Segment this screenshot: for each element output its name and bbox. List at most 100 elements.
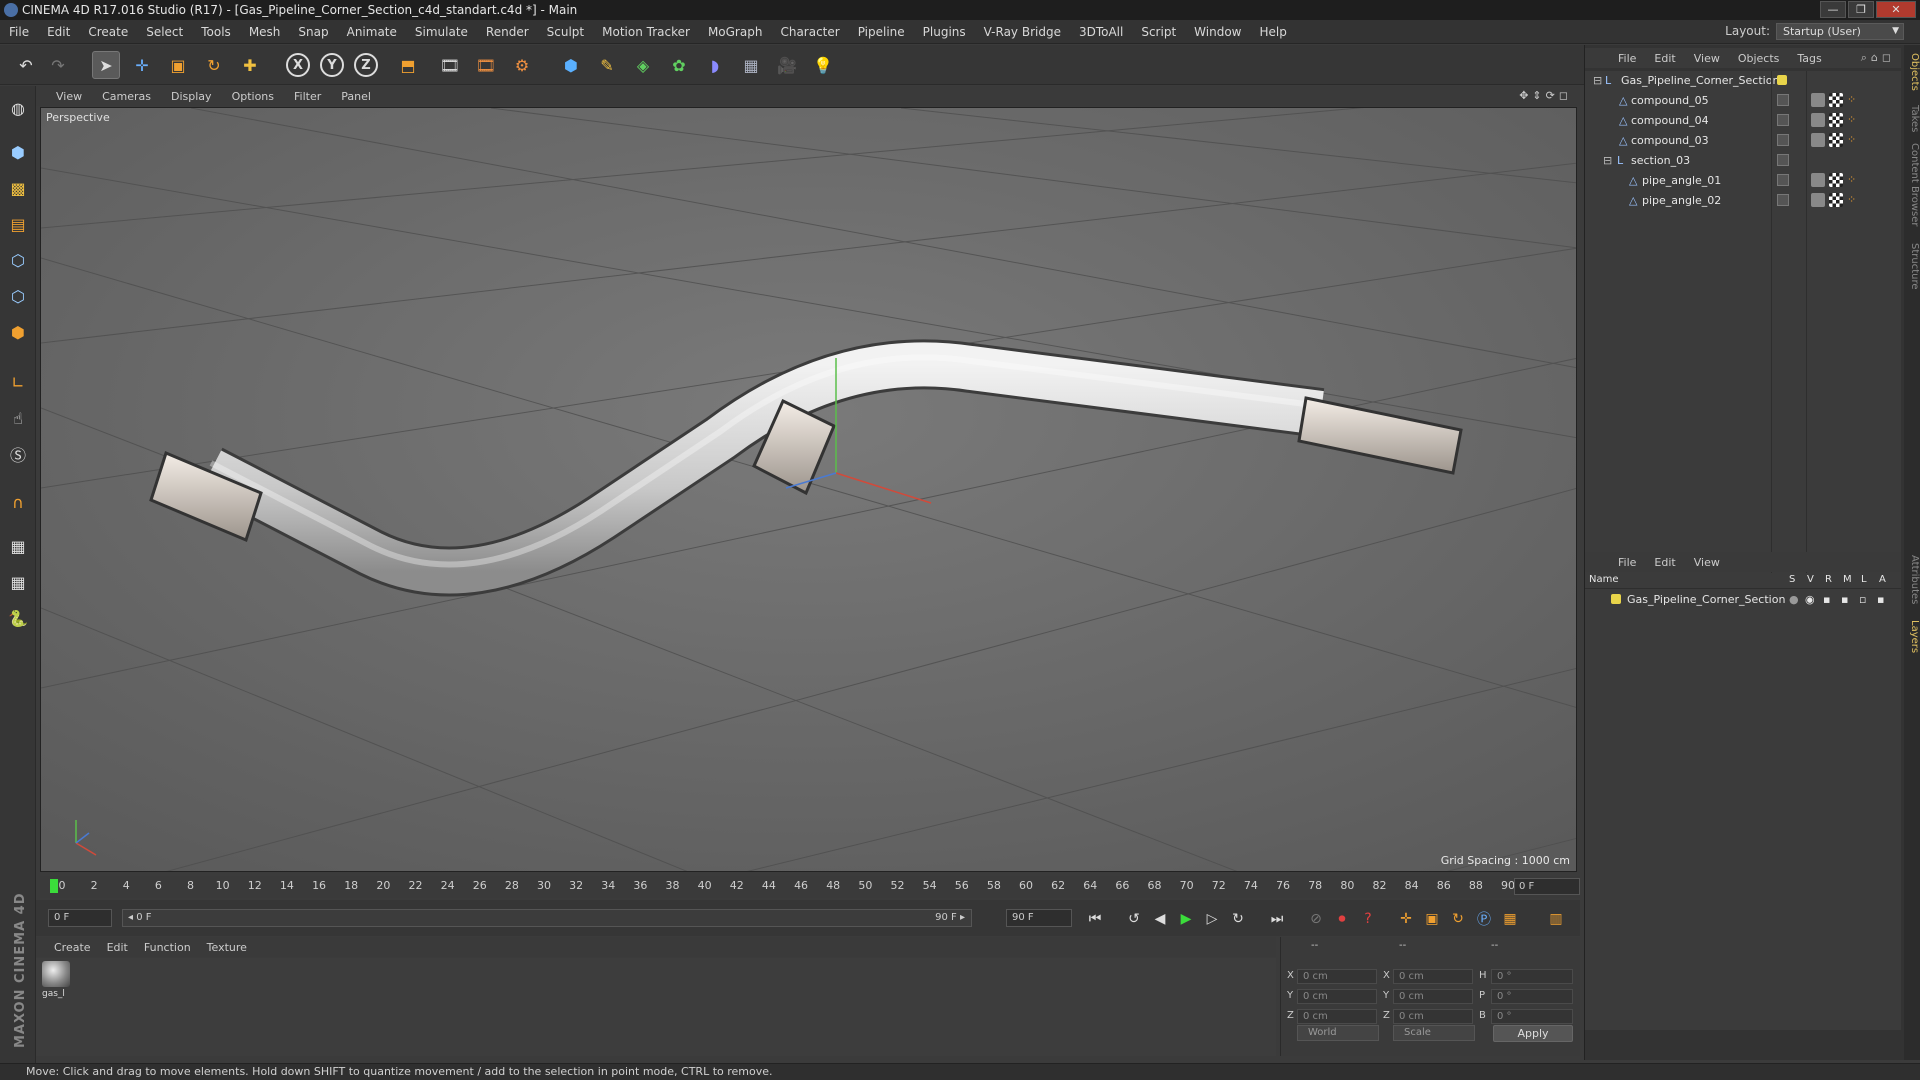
menu-character[interactable]: Character (771, 20, 848, 44)
apply-button[interactable]: Apply (1493, 1025, 1573, 1042)
visibility-toggle[interactable] (1777, 154, 1789, 166)
object-name[interactable]: pipe_angle_01 (1642, 174, 1721, 187)
material-tag-icon[interactable] (1811, 93, 1825, 107)
phong-tag-icon[interactable]: ⁘ (1847, 93, 1861, 107)
render-view-icon[interactable]: 🎞 (436, 51, 464, 79)
visibility-toggle[interactable] (1777, 194, 1789, 206)
tab-content-browser[interactable]: Content Browser (1904, 143, 1920, 226)
layer-row[interactable]: Gas_Pipeline_Corner_Section ● ◉ ▪ ▪ ▫ ▪ (1585, 590, 1901, 610)
menu-script[interactable]: Script (1132, 20, 1185, 44)
object-name[interactable]: compound_03 (1631, 134, 1709, 147)
python-icon[interactable]: 🐍 (4, 604, 32, 632)
zoom-view-icon[interactable]: ⇕ (1532, 89, 1545, 102)
material-tag-icon[interactable] (1811, 173, 1825, 187)
menu-edit[interactable]: Edit (38, 20, 79, 44)
texture-tag-icon[interactable] (1829, 173, 1843, 187)
object-menu-objects[interactable]: Objects (1729, 52, 1789, 65)
object-row[interactable]: △ pipe_angle_01 ⁘ (1585, 171, 1901, 191)
material-name[interactable]: gas_l (42, 989, 65, 999)
deformer-icon[interactable]: ◗ (701, 51, 729, 79)
lock-toggle[interactable]: ▫ (1859, 593, 1866, 606)
material-menu-create[interactable]: Create (46, 941, 99, 954)
tab-objects[interactable]: Objects (1904, 53, 1920, 91)
viewport-menu-view[interactable]: View (46, 90, 92, 103)
size-y-field[interactable]: 0 cm (1393, 989, 1473, 1004)
menu-motion-tracker[interactable]: Motion Tracker (593, 20, 699, 44)
visibility-toggle[interactable] (1777, 114, 1789, 126)
move-view-icon[interactable]: ✥ (1519, 89, 1532, 102)
layer-menu-file[interactable]: File (1609, 556, 1645, 569)
current-frame-field[interactable]: 0 F (1514, 878, 1580, 895)
object-menu-file[interactable]: File (1609, 52, 1645, 65)
menu-help[interactable]: Help (1250, 20, 1295, 44)
coord-space-select[interactable]: World (1297, 1025, 1379, 1041)
move-icon[interactable]: ✛ (128, 51, 156, 79)
close-button[interactable]: ✕ (1876, 1, 1916, 18)
polygons-mode-icon[interactable]: ⬢ (4, 318, 32, 346)
timeline-ruler[interactable]: 0 2 4 6 8 10 12 14 16 18 20 22 24 26 28 30 32 34 36 38 40 42 4… (40, 876, 1580, 898)
redo-icon[interactable]: ↷ (44, 51, 72, 79)
menu-mograph[interactable]: MoGraph (699, 20, 772, 44)
pos-y-field[interactable]: 0 cm (1297, 989, 1377, 1004)
animation-toggle[interactable]: ▪ (1877, 593, 1884, 606)
search-icon[interactable]: ⌕ (1861, 51, 1871, 64)
material-tag-icon[interactable] (1811, 113, 1825, 127)
prev-key-icon[interactable]: ↺ (1122, 907, 1146, 931)
menu-mesh[interactable]: Mesh (240, 20, 290, 44)
collapse-icon[interactable]: ⊟ (1593, 75, 1604, 86)
object-name[interactable]: section_03 (1631, 154, 1690, 167)
menu-vray-bridge[interactable]: V-Ray Bridge (975, 20, 1070, 44)
tab-attributes[interactable]: Attributes (1904, 555, 1920, 604)
tweak-icon[interactable]: ☝ (4, 404, 32, 432)
pen-icon[interactable]: ✎ (593, 51, 621, 79)
material-menu-edit[interactable]: Edit (99, 941, 136, 954)
tab-takes[interactable]: Takes (1904, 105, 1920, 132)
pla-key-icon[interactable]: ▦ (1498, 907, 1522, 931)
menu-file[interactable]: File (0, 20, 38, 44)
go-end-icon[interactable]: ⏭ (1265, 907, 1289, 931)
object-row[interactable]: ⊟ L Gas_Pipeline_Corner_Section (1585, 71, 1901, 91)
view-toggle[interactable]: ◉ (1805, 593, 1815, 606)
texture-tag-icon[interactable] (1829, 93, 1843, 107)
start-frame-field[interactable]: 0 F (48, 909, 112, 927)
rot-b-field[interactable]: 0 ° (1491, 1009, 1573, 1024)
tab-structure[interactable]: Structure (1904, 243, 1920, 290)
live-selection-icon[interactable]: ✚ (236, 51, 264, 79)
z-axis-icon[interactable]: Z (354, 53, 378, 77)
collapse-icon[interactable]: ⊟ (1603, 155, 1614, 166)
model-mode-icon[interactable]: ⬢ (4, 138, 32, 166)
rot-p-field[interactable]: 0 ° (1491, 989, 1573, 1004)
viewport-menu-panel[interactable]: Panel (331, 90, 381, 103)
object-row[interactable]: △ compound_05 ⁘ (1585, 91, 1901, 111)
tab-layers[interactable]: Layers (1904, 620, 1920, 653)
visibility-toggle[interactable] (1777, 174, 1789, 186)
floor-icon[interactable]: ▦ (737, 51, 765, 79)
param-key-icon[interactable]: Ⓟ (1472, 907, 1496, 931)
cloner-icon[interactable]: ✿ (665, 51, 693, 79)
object-name[interactable]: compound_04 (1631, 114, 1709, 127)
new-view-icon[interactable]: ◻ (1882, 51, 1895, 64)
end-frame-field[interactable]: 90 F (1006, 909, 1072, 927)
texture-tag-icon[interactable] (1829, 113, 1843, 127)
home-icon[interactable]: ⌂ (1871, 51, 1882, 64)
minimize-button[interactable]: — (1820, 1, 1846, 18)
layer-menu-view[interactable]: View (1685, 556, 1729, 569)
rotate-icon[interactable]: ↻ (200, 51, 228, 79)
render-picture-viewer-icon[interactable]: 🎞 (472, 51, 500, 79)
layer-color-swatch[interactable] (1611, 594, 1621, 604)
size-z-field[interactable]: 0 cm (1393, 1009, 1473, 1024)
undo-icon[interactable]: ↶ (12, 51, 40, 79)
light-icon[interactable]: 💡 (809, 51, 837, 79)
manager-toggle[interactable]: ▪ (1841, 593, 1848, 606)
texture-tag-icon[interactable] (1829, 133, 1843, 147)
layer-name[interactable]: Gas_Pipeline_Corner_Section (1627, 593, 1785, 606)
material-tag-icon[interactable] (1811, 193, 1825, 207)
phong-tag-icon[interactable]: ⁘ (1847, 193, 1861, 207)
solo-toggle[interactable]: ● (1789, 593, 1799, 606)
scale-key-icon[interactable]: ▣ (1420, 907, 1444, 931)
playhead-marker[interactable] (50, 879, 58, 893)
menu-sculpt[interactable]: Sculpt (538, 20, 593, 44)
render-toggle[interactable]: ▪ (1823, 593, 1830, 606)
record-icon[interactable]: ⊘ (1304, 907, 1328, 931)
subdivision-icon[interactable]: ◈ (629, 51, 657, 79)
